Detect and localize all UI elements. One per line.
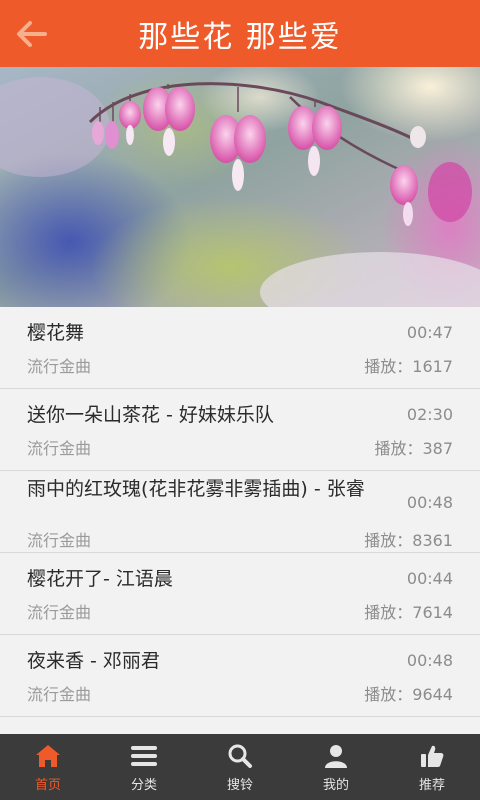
page-title: 那些花 那些爱 <box>138 19 342 55</box>
song-duration: 00:48 <box>406 493 453 512</box>
song-category: 流行金曲 <box>27 357 92 376</box>
nav-item-category[interactable]: 分类 <box>96 734 192 800</box>
song-category: 流行金曲 <box>27 439 92 458</box>
song-list: 樱花舞 00:47 流行金曲 播放：1617 送你一朵山茶花 - 好妹妹乐队 0… <box>0 307 480 734</box>
song-title: 雨中的红玫瑰(花非花雾非雾插曲) - 张睿 <box>27 478 365 500</box>
nav-label: 搜铃 <box>226 778 253 793</box>
nav-item-recommend[interactable]: 推荐 <box>384 734 480 800</box>
banner-image <box>0 67 480 307</box>
song-play-count: 播放：7614 <box>364 603 453 622</box>
nav-item-search[interactable]: 搜铃 <box>192 734 288 800</box>
back-button[interactable] <box>10 14 54 54</box>
back-arrow-icon <box>17 21 47 47</box>
song-category: 流行金曲 <box>27 603 92 622</box>
list-item[interactable] <box>0 717 480 734</box>
list-item[interactable]: 夜来香 - 邓丽君 00:48 流行金曲 播放：9644 <box>0 635 480 717</box>
nav-label: 首页 <box>34 778 61 793</box>
nav-label: 我的 <box>322 778 349 793</box>
song-duration: 00:48 <box>406 651 453 670</box>
menu-icon <box>129 741 159 771</box>
song-category: 流行金曲 <box>27 531 92 550</box>
title-bar: 那些花 那些爱 <box>0 0 480 67</box>
song-play-count: 播放：9644 <box>364 685 453 704</box>
song-title: 夜来香 - 邓丽君 <box>27 650 160 672</box>
song-play-count: 播放：1617 <box>364 357 453 376</box>
list-item[interactable]: 樱花舞 00:47 流行金曲 播放：1617 <box>0 307 480 389</box>
thumbs-up-icon <box>417 741 447 771</box>
song-title: 樱花舞 <box>27 322 85 344</box>
list-item[interactable]: 樱花开了- 江语晨 00:44 流行金曲 播放：7614 <box>0 553 480 635</box>
song-category: 流行金曲 <box>27 685 92 704</box>
nav-label: 分类 <box>130 778 157 793</box>
song-duration: 02:30 <box>406 405 453 424</box>
song-title: 樱花开了- 江语晨 <box>27 568 173 590</box>
list-item[interactable]: 送你一朵山茶花 - 好妹妹乐队 02:30 流行金曲 播放：387 <box>0 389 480 471</box>
song-duration: 00:44 <box>406 569 453 588</box>
list-item[interactable]: 雨中的红玫瑰(花非花雾非雾插曲) - 张睿 00:48 流行金曲 播放：8361 <box>0 471 480 553</box>
search-icon <box>225 741 255 771</box>
home-icon <box>33 741 63 771</box>
song-play-count: 播放：8361 <box>364 531 453 550</box>
song-play-count: 播放：387 <box>374 439 453 458</box>
bottom-nav: 首页 分类 搜铃 我的 推荐 <box>0 734 480 800</box>
song-title: 送你一朵山茶花 - 好妹妹乐队 <box>27 404 274 426</box>
nav-item-home[interactable]: 首页 <box>0 734 96 800</box>
user-icon <box>321 741 351 771</box>
nav-item-mine[interactable]: 我的 <box>288 734 384 800</box>
song-duration: 00:47 <box>406 323 453 342</box>
app-screen: 那些花 那些爱 樱花舞 00:47 流行金曲 播放：1617 送你一朵山茶花 -… <box>0 0 480 800</box>
nav-label: 推荐 <box>418 778 445 793</box>
